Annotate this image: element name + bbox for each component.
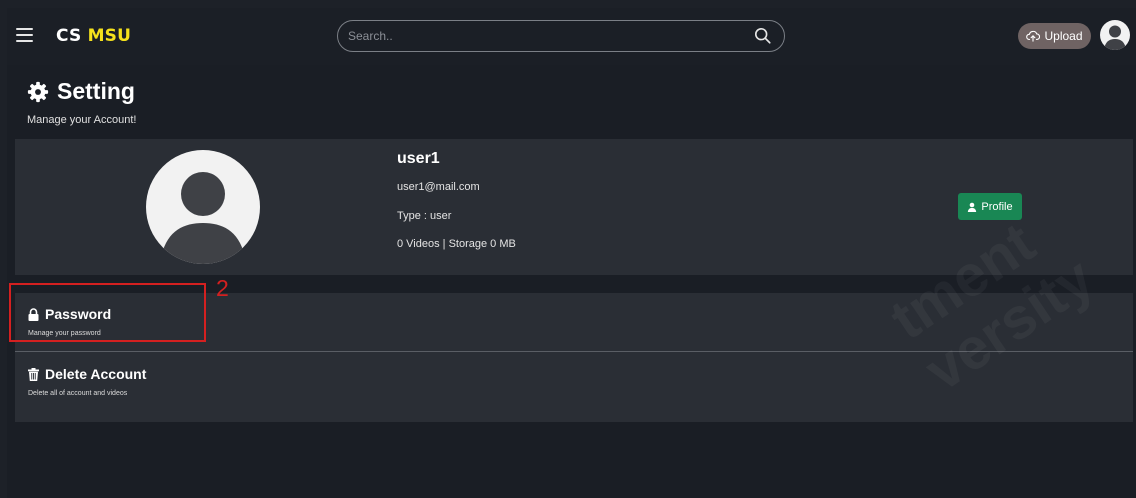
cloud-upload-icon: [1026, 30, 1041, 42]
upload-button[interactable]: Upload: [1018, 23, 1091, 49]
brand-msu: MSU: [87, 26, 132, 46]
trash-icon: [28, 367, 39, 381]
annotation-highlight-box: [9, 283, 206, 342]
annotation-number: 2: [216, 275, 229, 301]
profile-email: user1@mail.com: [397, 181, 480, 193]
delete-account-description: Delete all of account and videos: [28, 390, 128, 397]
page-title: Setting: [27, 78, 135, 105]
search-bar: [337, 20, 785, 52]
delete-account-title: Delete Account: [28, 366, 146, 382]
page-title-text: Setting: [57, 78, 135, 104]
delete-account-title-text: Delete Account: [45, 366, 147, 382]
search-icon[interactable]: [754, 27, 772, 45]
hamburger-menu-icon[interactable]: [16, 28, 33, 43]
user-icon: [968, 202, 977, 212]
top-navbar: CS MSU Upload: [7, 8, 1136, 65]
profile-type: Type : user: [397, 210, 452, 222]
page-subtitle: Manage your Account!: [27, 114, 137, 126]
profile-avatar-icon: [146, 150, 260, 264]
user-avatar-icon[interactable]: [1100, 20, 1130, 50]
gear-icon: [27, 81, 49, 102]
search-input[interactable]: [348, 21, 728, 51]
brand-cs: CS: [56, 26, 82, 46]
upload-label: Upload: [1044, 29, 1083, 43]
brand-logo[interactable]: CS MSU: [56, 26, 131, 46]
profile-username: user1: [397, 150, 440, 167]
profile-stats: 0 Videos | Storage 0 MB: [397, 238, 516, 250]
